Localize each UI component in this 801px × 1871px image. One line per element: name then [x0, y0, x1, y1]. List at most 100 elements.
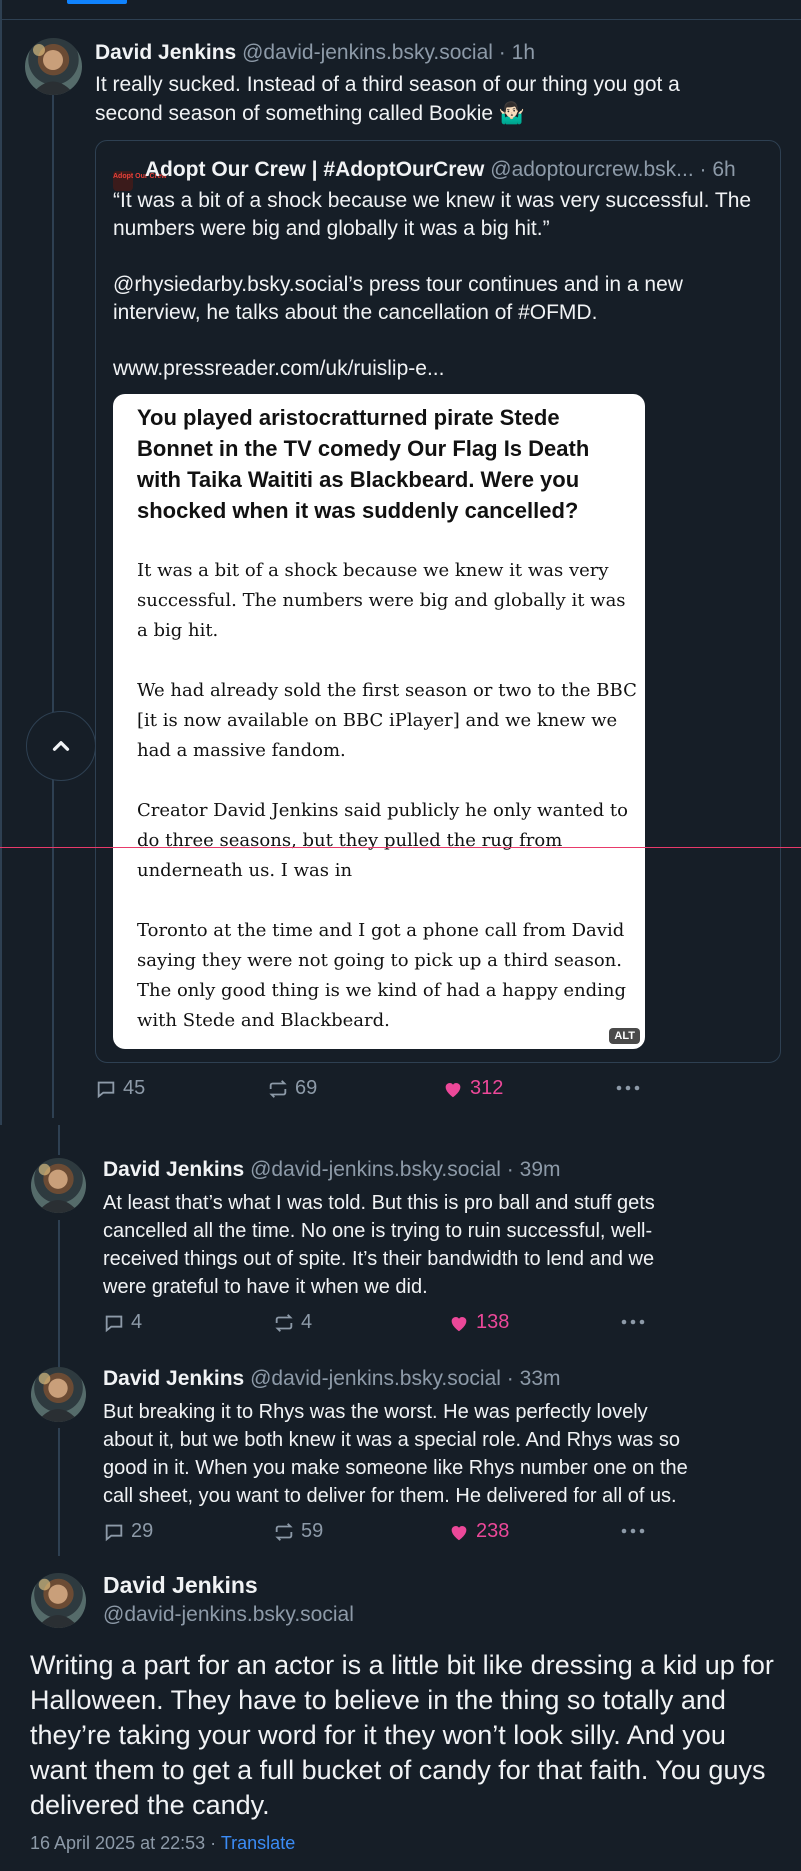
repost-icon	[269, 1079, 287, 1098]
article-paragraph: Creator David Jenkins said publicly he o…	[137, 800, 628, 881]
repost-button[interactable]: 69	[267, 1077, 317, 1100]
quote-paragraph: @rhysiedarby.bsky.social’s press tour co…	[113, 273, 683, 324]
post-timestamp-line: 16 April 2025 at 22:53 · Translate	[30, 1833, 295, 1854]
repost-count: 59	[301, 1520, 324, 1542]
ellipsis-icon	[621, 1528, 645, 1534]
ellipsis-icon	[616, 1085, 640, 1091]
text-line: about it, but we both knew it was a spec…	[103, 1429, 680, 1451]
post-text: But breaking it to Rhys was the worst. H…	[103, 1398, 793, 1510]
post-actions: 4 4 138	[103, 1311, 703, 1335]
scroll-to-top-button[interactable]	[26, 711, 96, 781]
author-name[interactable]: David Jenkins	[103, 1158, 244, 1181]
repost-icon	[275, 1313, 293, 1332]
avatar[interactable]	[31, 1158, 86, 1213]
post-header: David Jenkins @david-jenkins.bsky.social…	[103, 1158, 561, 1182]
article-paragraph: We had already sold the first season or …	[137, 680, 637, 761]
thread-line	[58, 1125, 60, 1155]
quote-time[interactable]: 6h	[712, 158, 735, 181]
reply-button[interactable]: 45	[95, 1077, 145, 1100]
text-line: good in it. When you make someone like R…	[103, 1457, 688, 1479]
reply-icon	[97, 1081, 115, 1098]
text-line: cancelled all the time. No one is trying…	[103, 1220, 653, 1242]
post-text: It really sucked. Instead of a third sea…	[95, 70, 785, 128]
like-button[interactable]: 138	[448, 1311, 509, 1334]
author-handle[interactable]: @david-jenkins.bsky.social	[250, 1367, 501, 1390]
quote-author-handle[interactable]: @adoptourcrew.bsk...	[490, 158, 693, 181]
quote-post-card[interactable]: Adopt Our Crew Adopt Our Crew | #AdoptOu…	[95, 140, 781, 1063]
embedded-article-image[interactable]: You played aristocratturned pirate Stede…	[113, 394, 645, 1049]
like-count: 312	[470, 1077, 504, 1099]
left-border	[0, 0, 2, 1125]
more-options-button[interactable]	[615, 1077, 641, 1099]
post-header: David Jenkins @david-jenkins.bsky.social…	[95, 41, 535, 65]
main-post-text: Writing a part for an actor is a little …	[30, 1650, 774, 1820]
post-actions: 29 59 238	[103, 1520, 703, 1544]
quote-paragraph: “It was a bit of a shock because we knew…	[113, 189, 752, 240]
quote-text: “It was a bit of a shock because we knew…	[113, 187, 763, 383]
alt-badge[interactable]: ALT	[609, 1028, 640, 1044]
quote-author-name[interactable]: Adopt Our Crew | #AdoptOurCrew	[145, 158, 485, 181]
translate-link[interactable]: Translate	[221, 1833, 295, 1853]
thread-line	[52, 88, 54, 1118]
heart-icon	[451, 1525, 467, 1540]
post-text: At least that’s what I was told. But thi…	[103, 1189, 793, 1301]
avatar[interactable]	[31, 1367, 86, 1422]
reply-icon	[105, 1524, 123, 1541]
top-tab-bar	[0, 0, 801, 20]
like-count: 138	[476, 1311, 510, 1333]
active-tab-indicator	[67, 0, 127, 4]
author-handle[interactable]: @david-jenkins.bsky.social	[103, 1603, 354, 1627]
like-count: 238	[476, 1520, 510, 1542]
author-name[interactable]: David Jenkins	[95, 41, 236, 64]
chevron-up-icon	[52, 741, 70, 751]
reply-button[interactable]: 29	[103, 1520, 153, 1543]
avatar[interactable]	[31, 1573, 86, 1628]
post-timestamp: 16 April 2025 at 22:53	[30, 1833, 206, 1853]
text-line: second season of something called Bookie…	[95, 102, 526, 125]
author-handle[interactable]: @david-jenkins.bsky.social	[242, 41, 493, 64]
text-line: received things out of spite. It’s their…	[103, 1248, 655, 1270]
text-line: At least that’s what I was told. But thi…	[103, 1192, 655, 1214]
repost-count: 4	[301, 1311, 313, 1333]
article-paragraph: It was a bit of a shock because we knew …	[137, 560, 626, 641]
reply-count: 4	[131, 1311, 143, 1333]
thread-line	[58, 1428, 60, 1556]
separator: ·	[498, 41, 506, 64]
author-name[interactable]: David Jenkins	[103, 1367, 244, 1390]
text-line: It really sucked. Instead of a third sea…	[95, 73, 680, 96]
repost-count: 69	[295, 1077, 318, 1099]
post-header: David Jenkins @david-jenkins.bsky.social…	[103, 1367, 561, 1391]
reply-button[interactable]: 4	[103, 1311, 142, 1334]
heart-icon	[451, 1316, 467, 1331]
ellipsis-icon	[621, 1319, 645, 1325]
post-actions: 45 69 312	[95, 1077, 695, 1101]
more-options-button[interactable]	[620, 1520, 646, 1542]
repost-icon	[275, 1522, 293, 1541]
reply-count: 45	[123, 1077, 146, 1099]
text-line: call sheet, you want to deliver for them…	[103, 1485, 677, 1507]
article-question: You played aristocratturned pirate Stede…	[137, 405, 590, 523]
article-paragraph: Toronto at the time and I got a phone ca…	[137, 920, 627, 1031]
repost-button[interactable]: 4	[273, 1311, 312, 1334]
reply-icon	[105, 1315, 123, 1332]
text-line: were grateful to have it when we did.	[103, 1276, 428, 1298]
author-name[interactable]: David Jenkins	[103, 1572, 258, 1599]
author-handle[interactable]: @david-jenkins.bsky.social	[250, 1158, 501, 1181]
article-answer: It was a bit of a shock because we knew …	[137, 556, 637, 1049]
avatar[interactable]	[25, 38, 82, 95]
like-button[interactable]: 312	[442, 1077, 503, 1100]
more-options-button[interactable]	[620, 1311, 646, 1333]
post-time[interactable]: 39m	[520, 1158, 561, 1181]
separator: ·	[210, 1833, 217, 1853]
heart-icon	[445, 1082, 461, 1097]
post-time[interactable]: 33m	[520, 1367, 561, 1390]
reply-count: 29	[131, 1520, 154, 1542]
separator: ·	[506, 1158, 514, 1181]
quote-link[interactable]: www.pressreader.com/uk/ruislip-e...	[113, 355, 763, 383]
like-button[interactable]: 238	[448, 1520, 509, 1543]
separator: ·	[506, 1367, 514, 1390]
post-time[interactable]: 1h	[512, 41, 535, 64]
thread-line	[58, 1220, 60, 1370]
repost-button[interactable]: 59	[273, 1520, 323, 1543]
separator: ·	[699, 158, 707, 181]
